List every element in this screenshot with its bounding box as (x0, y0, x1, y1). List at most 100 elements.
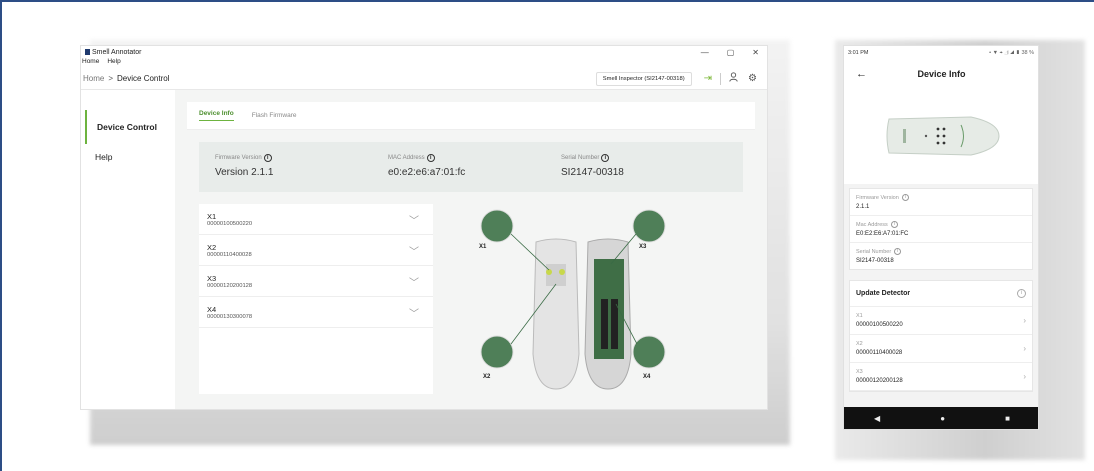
app-logo-icon (85, 49, 90, 55)
chevron-right-icon[interactable]: › (1023, 344, 1026, 353)
serial-info: Serial Number i SI2147-00318 (561, 154, 734, 192)
detector-code: 00000120200128 (856, 378, 903, 384)
close-button[interactable]: ✕ (752, 48, 759, 57)
menu-home[interactable]: Home (82, 58, 99, 68)
info-icon[interactable]: i (894, 248, 902, 255)
mac-label-text: Mac Address (856, 221, 888, 228)
nav-home-icon[interactable]: ● (940, 414, 945, 423)
info-icon[interactable]: i (263, 154, 272, 162)
firmware-label-text: Firmware Version (215, 155, 262, 161)
android-nav-bar: ◀ ● ■ (844, 407, 1038, 429)
info-icon[interactable]: i (1017, 289, 1026, 298)
detector-name: X1 (207, 211, 217, 221)
phone-screen: 3:01 PM • ▼ ⌖ ◿ ◢ ▮ 38 % ← Device Info F… (843, 45, 1039, 430)
mac-value: E0:E2:E6:A7:01:FC (856, 231, 909, 237)
app-bar: ← Device Info (844, 60, 1038, 88)
chevron-down-icon[interactable]: ﹀ (409, 274, 419, 289)
serial-label-text: Serial Number (856, 248, 892, 255)
detector-name: X2 (207, 242, 217, 252)
mac-label-text: MAC Address (388, 155, 425, 161)
firmware-label-text: Firmware Version (856, 194, 899, 201)
device-info-card: Firmware Version i 2.1.1 Mac Address i E… (849, 188, 1033, 270)
label-x3: X3 (639, 244, 647, 250)
detector-code: 00000130300078 (207, 313, 253, 320)
detector-list: X1 00000100500220 ﹀ X2 00000110400028 ﹀ X3… (199, 204, 433, 394)
main-area: Device Control Help Device Info Flash Fi… (81, 90, 767, 409)
label-x1: X1 (479, 244, 487, 250)
detector-row-x1[interactable]: X1 00000100500220 › (850, 307, 1032, 335)
tab-flash-firmware[interactable]: Flash Firmware (252, 112, 297, 119)
breadcrumb: Home > Device Control Smell Inspector (S… (81, 68, 767, 90)
update-detector-title: Update Detector (856, 290, 911, 297)
detector-code: 00000110400028 (207, 251, 252, 258)
detector-row-x3[interactable]: X3 00000120200128 › (850, 363, 1032, 391)
title-bar: Smell Annotator — ▢ ✕ (81, 46, 767, 58)
connected-device-icon[interactable]: ⇥ (704, 73, 712, 84)
detector-row-x3[interactable]: X3 00000120200128 ﹀ (199, 266, 433, 297)
device-selector[interactable]: Smell Inspector (SI2147-00318) (595, 71, 692, 86)
content-panel: Device Info Flash Firmware Firmware Vers… (175, 90, 767, 409)
device-diagram: X1 X3 X2 X4 (461, 204, 681, 394)
info-icon[interactable]: i (890, 221, 898, 228)
serial-row: Serial Number i SI2147-00318 (850, 243, 1032, 269)
detector-name: X3 (856, 369, 863, 375)
firmware-label: Firmware Version i (856, 194, 1026, 201)
nav-back-icon[interactable]: ◀ (874, 414, 880, 423)
back-arrow-icon[interactable]: ← (856, 68, 867, 80)
update-detector-header: Update Detector i (850, 281, 1032, 307)
status-time: 3:01 PM (848, 50, 869, 56)
minimize-button[interactable]: — (701, 48, 709, 57)
detector-row-x2[interactable]: X2 00000110400028 ﹀ (199, 235, 433, 266)
detector-row-x1[interactable]: X1 00000100500220 ﹀ (199, 204, 433, 235)
chevron-right-icon[interactable]: › (1023, 316, 1026, 325)
mac-label: Mac Address i (856, 221, 1026, 228)
detector-name: X3 (207, 273, 217, 283)
tab-bar: Device Info Flash Firmware (187, 102, 755, 130)
user-icon[interactable] (729, 72, 738, 85)
detector-name: X1 (856, 313, 863, 319)
divider (720, 72, 722, 85)
menu-help[interactable]: Help (107, 58, 120, 68)
detector-name: X2 (856, 341, 863, 347)
mac-info: MAC Address i e0:e2:e6:a7:01:fc (388, 154, 561, 192)
info-icon[interactable]: i (601, 154, 610, 162)
window-controls: — ▢ ✕ (701, 48, 767, 57)
firmware-info: Firmware Version i Version 2.1.1 (215, 154, 388, 192)
nav-recent-icon[interactable]: ■ (1005, 414, 1010, 423)
serial-label: Serial Number i (561, 154, 734, 162)
window-title: Smell Annotator (92, 48, 142, 56)
tab-device-info[interactable]: Device Info (199, 110, 234, 121)
sidebar-item-device-control[interactable]: Device Control (85, 110, 175, 144)
menu-bar: Home Help (81, 58, 767, 68)
firmware-value: 2.1.1 (856, 204, 870, 210)
chevron-right-icon[interactable]: › (1023, 372, 1026, 381)
device-image (844, 88, 1038, 184)
mac-value: e0:e2:e6:a7:01:fc (388, 167, 466, 178)
sidebar: Device Control Help (81, 90, 175, 409)
chevron-down-icon[interactable]: ﹀ (409, 212, 419, 227)
sidebar-item-help[interactable]: Help (81, 144, 175, 170)
mac-label: MAC Address i (388, 154, 561, 162)
serial-value: SI2147-00318 (856, 258, 894, 264)
detector-code: 00000100500220 (207, 220, 253, 227)
firmware-label: Firmware Version i (215, 154, 388, 162)
detector-section: X1 00000100500220 ﹀ X2 00000110400028 ﹀ X3… (199, 204, 755, 394)
breadcrumb-home[interactable]: Home (83, 74, 104, 83)
detector-row-x4[interactable]: X4 00000130300078 ﹀ (199, 297, 433, 328)
serial-label-text: Serial Number (561, 155, 600, 161)
update-detector-card: Update Detector i X1 00000100500220 › X2 0… (849, 280, 1033, 392)
status-icons: • ▼ ⌖ ◿ ◢ ▮ 38 % (989, 49, 1034, 56)
gear-icon[interactable]: ⚙ (748, 73, 757, 84)
firmware-value: Version 2.1.1 (215, 167, 274, 178)
info-icon[interactable]: i (901, 194, 909, 201)
device-image-graphic (886, 116, 1000, 156)
info-icon[interactable]: i (426, 154, 435, 162)
detector-code: 00000120200128 (207, 282, 253, 289)
chevron-down-icon[interactable]: ﹀ (409, 243, 419, 258)
detector-row-x2[interactable]: X2 00000110400028 › (850, 335, 1032, 363)
maximize-button[interactable]: ▢ (727, 48, 735, 57)
serial-value: SI2147-00318 (561, 167, 624, 178)
chevron-down-icon[interactable]: ﹀ (409, 305, 419, 320)
detector-code: 00000100500220 (856, 322, 903, 328)
desktop-window: Smell Annotator — ▢ ✕ Home Help Home > D… (80, 45, 768, 410)
